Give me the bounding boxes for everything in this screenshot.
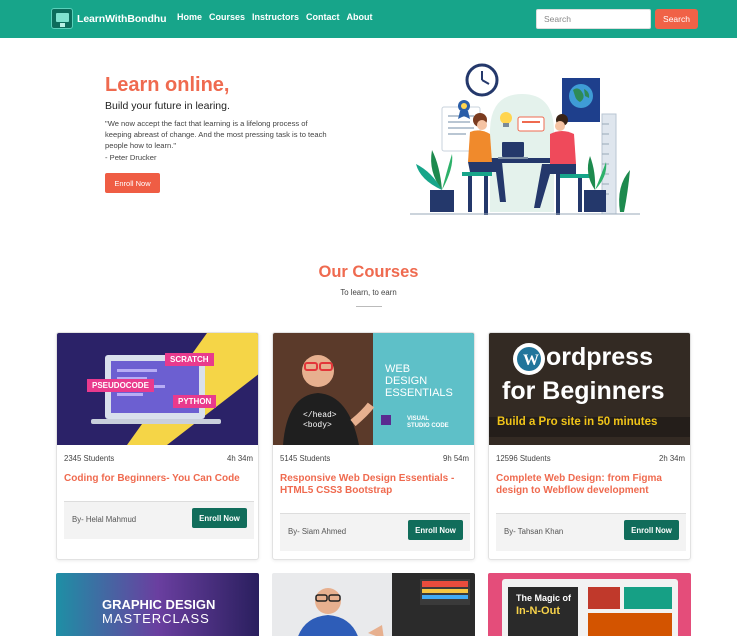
thumb-label-pseudocode: PSEUDOCODE xyxy=(87,379,154,392)
svg-text:W: W xyxy=(523,352,539,369)
hero-title: Learn online, xyxy=(105,74,230,96)
search-button[interactable]: Search xyxy=(655,9,698,29)
course-thumbnail[interactable]: W ordpress for Beginners Build a Pro sit… xyxy=(489,333,690,445)
course-students: 12596 Students xyxy=(496,454,551,463)
brand-logo[interactable]: LearnWithBondhu xyxy=(51,8,167,29)
course-footer: By- Tahsan Khan Enroll Now xyxy=(496,513,686,551)
course-card-thumbnail[interactable]: The Magic of In-N-Out xyxy=(488,573,691,636)
thumb-subtitle: Build a Pro site in 50 minutes xyxy=(497,416,658,428)
thumb-overlay-text: WEB DESIGN ESSENTIALS xyxy=(385,363,453,399)
thumb-vscode-label: VISUAL STUDIO CODE xyxy=(407,416,449,430)
course-footer: By- Siam Ahmed Enroll Now xyxy=(280,513,470,551)
course-thumbnail[interactable]: WEB DESIGN ESSENTIALS VISUAL STUDIO CODE… xyxy=(273,333,474,445)
hero-illustration xyxy=(410,63,640,215)
monitor-logo-icon xyxy=(51,8,73,29)
thumb-word-essentials: ESSENTIALS xyxy=(385,387,453,399)
course-card-thumbnail[interactable]: GRAPHIC DESIGN MASTERCLASS xyxy=(56,573,259,636)
course-title[interactable]: Responsive Web Design Essentials - HTML5… xyxy=(280,473,470,497)
thumb-word-visual: VISUAL xyxy=(407,416,430,422)
thumb-label-python: PYTHON xyxy=(173,395,217,408)
course-duration: 9h 54m xyxy=(442,454,469,463)
course-meta: 5145 Students 9h 54m xyxy=(280,454,469,463)
course-meta: 2345 Students 4h 34m xyxy=(64,454,253,463)
hero-quote: "We now accept the fact that learning is… xyxy=(105,119,327,150)
thumb-word-studio-code: STUDIO CODE xyxy=(407,423,449,429)
clock-icon xyxy=(465,63,499,97)
thumb-title-masterclass: MASTERCLASS xyxy=(102,611,210,626)
thumb-code-body: <body> xyxy=(303,421,332,430)
thumb-word-web: WEB xyxy=(385,363,411,375)
hero-enroll-button[interactable]: Enroll Now xyxy=(105,173,160,193)
enroll-button[interactable]: Enroll Now xyxy=(624,520,679,540)
courses-section-subtitle: To learn, to earn xyxy=(340,288,397,297)
course-card[interactable]: WEB DESIGN ESSENTIALS VISUAL STUDIO CODE… xyxy=(272,332,475,560)
course-students: 5145 Students xyxy=(280,454,331,463)
nav-links: Home Courses Instructors Contact About xyxy=(177,12,373,22)
section-divider xyxy=(356,306,382,307)
thumb-code-head: </head> xyxy=(303,411,337,420)
course-students: 2345 Students xyxy=(64,454,115,463)
course-duration: 4h 34m xyxy=(226,454,253,463)
course-footer: By- Helal Mahmud Enroll Now xyxy=(64,501,254,539)
course-card-thumbnail[interactable] xyxy=(272,573,475,636)
courses-section-title: Our Courses xyxy=(318,263,419,281)
thumb-title-magic: The Magic of xyxy=(516,593,572,603)
thumb-title-wordpress: ordpress xyxy=(546,343,653,371)
nav-courses[interactable]: Courses xyxy=(209,12,245,22)
nav-about[interactable]: About xyxy=(347,12,373,22)
nav-home[interactable]: Home xyxy=(177,12,202,22)
navbar: LearnWithBondhu Home Courses Instructors… xyxy=(0,0,737,38)
thumb-title-graphic-design: GRAPHIC DESIGN xyxy=(102,597,216,612)
course-thumbnail[interactable]: SCRATCH PSEUDOCODE PYTHON xyxy=(57,333,258,445)
enroll-button[interactable]: Enroll Now xyxy=(408,520,463,540)
course-title[interactable]: Complete Web Design: from Figma design t… xyxy=(496,473,686,497)
course-author: By- Helal Mahmud xyxy=(72,515,137,524)
brand-name: LearnWithBondhu xyxy=(77,12,167,25)
nav-contact[interactable]: Contact xyxy=(306,12,340,22)
enroll-button[interactable]: Enroll Now xyxy=(192,508,247,528)
thumb-label-scratch: SCRATCH xyxy=(165,353,214,366)
course-card[interactable]: SCRATCH PSEUDOCODE PYTHON 2345 Students … xyxy=(56,332,259,560)
globe-icon xyxy=(562,78,600,122)
course-title[interactable]: Coding for Beginners- You Can Code xyxy=(64,473,254,485)
course-duration: 2h 34m xyxy=(658,454,685,463)
thumb-shirt-code: </head> <body> xyxy=(303,411,337,431)
course-author: By- Tahsan Khan xyxy=(504,527,564,536)
course-card[interactable]: W ordpress for Beginners Build a Pro sit… xyxy=(488,332,691,560)
plant-icon xyxy=(416,150,454,212)
thumb-title-in-n-out: In-N-Out xyxy=(516,605,560,617)
course-author: By- Siam Ahmed xyxy=(288,527,347,536)
hero-quote-author: - Peter Drucker xyxy=(105,153,157,162)
hero-subtitle: Build your future in learing. xyxy=(105,100,230,112)
thumb-title-beginners: for Beginners xyxy=(502,377,665,405)
nav-instructors[interactable]: Instructors xyxy=(252,12,299,22)
thumb-word-design: DESIGN xyxy=(385,375,428,387)
search-input[interactable] xyxy=(536,9,651,29)
course-meta: 12596 Students 2h 34m xyxy=(496,454,685,463)
